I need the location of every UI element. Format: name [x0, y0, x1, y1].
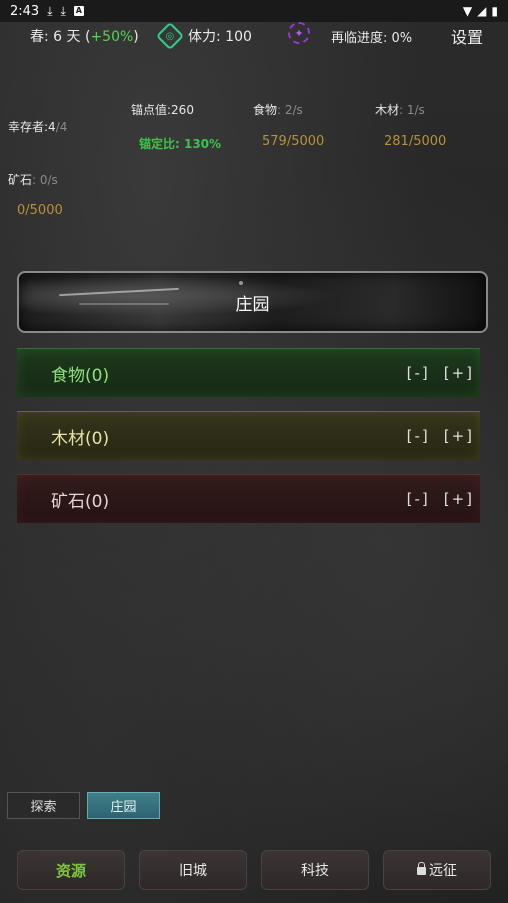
ore-row: 矿石(0) [-] [+] — [17, 474, 480, 523]
ore-row-label: 矿石(0) — [51, 491, 110, 512]
wood-rate-stat: 木材: 1/s — [375, 103, 425, 117]
stamina-label: 体力: 100 — [188, 29, 252, 45]
wood-amount: 281/5000 — [384, 134, 447, 149]
return-progress: 再临进度: 0% — [331, 30, 413, 46]
tab-estate[interactable]: 庄园 — [87, 792, 160, 819]
nav-expedition-label: 远征 — [429, 863, 457, 879]
portal-icon: ✦ — [288, 22, 310, 44]
ore-rate-stat: 矿石: 0/s — [8, 173, 58, 187]
ore-increase-button[interactable]: [+] — [444, 490, 474, 508]
food-decrease-button[interactable]: [-] — [407, 364, 430, 382]
survivors-stat: 幸存者:4/4 — [8, 120, 68, 134]
season-indicator: 春: 6 天 (+50%) — [30, 29, 139, 45]
wood-increase-button[interactable]: [+] — [444, 427, 474, 445]
food-amount: 579/5000 — [262, 134, 325, 149]
stamina-indicator: ◎ 体力: 100 — [155, 21, 252, 51]
decor-spark — [239, 281, 243, 285]
top-bar: 春: 6 天 (+50%) ◎ 体力: 100 ✦ 再临进度: 0% 设置 — [0, 21, 508, 51]
download-icon: ⤓ — [47, 3, 53, 18]
lock-icon — [417, 862, 426, 875]
ore-decrease-button[interactable]: [-] — [407, 490, 430, 508]
clock: 2:43 — [10, 3, 40, 19]
anchor-ratio: 锚定比: 130% — [139, 137, 222, 151]
wood-row: 木材(0) [-] [+] — [17, 411, 480, 460]
nav-expedition-button[interactable]: 远征 — [383, 850, 491, 890]
status-bar: 2:43 ⤓ ⤓ A ▼ ◢ ▮ — [0, 0, 508, 22]
food-rate-stat: 食物: 2/s — [253, 103, 303, 117]
anchor-value: 锚点值:260 — [131, 103, 194, 117]
food-increase-button[interactable]: [+] — [444, 364, 474, 382]
tab-explore[interactable]: 探索 — [7, 792, 80, 819]
stamina-icon: ◎ — [155, 21, 185, 51]
decor-streak — [59, 287, 179, 297]
a-box-icon: A — [73, 6, 84, 16]
nav-tech-button[interactable]: 科技 — [261, 850, 369, 890]
estate-panel-header: 庄园 — [17, 271, 488, 333]
battery-icon: ▮ — [491, 4, 498, 18]
wifi-icon: ▼ — [462, 4, 473, 18]
decor-streak — [79, 303, 169, 305]
season-bonus: +50% — [90, 29, 134, 45]
wood-row-label: 木材(0) — [51, 428, 110, 449]
signal-icon: ◢ — [477, 4, 487, 18]
download-icon: ⤓ — [60, 3, 66, 18]
nav-resources-button[interactable]: 资源 — [17, 850, 125, 890]
nav-old-city-button[interactable]: 旧城 — [139, 850, 247, 890]
food-row: 食物(0) [-] [+] — [17, 348, 480, 397]
ore-amount: 0/5000 — [17, 203, 63, 218]
food-row-label: 食物(0) — [51, 365, 110, 386]
wood-decrease-button[interactable]: [-] — [407, 427, 430, 445]
estate-title: 庄园 — [235, 294, 270, 315]
settings-button[interactable]: 设置 — [451, 24, 483, 48]
